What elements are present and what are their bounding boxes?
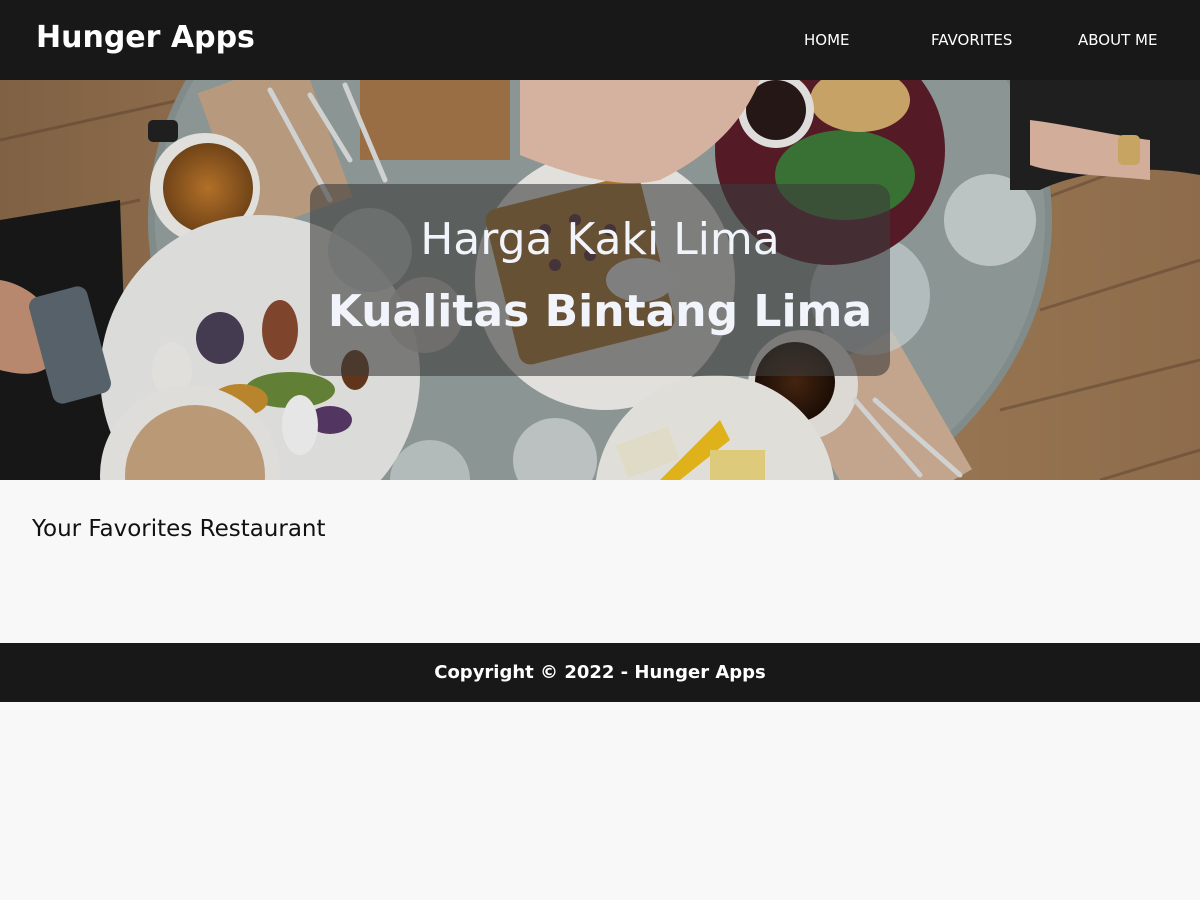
brand-title[interactable]: Hunger Apps <box>36 20 255 55</box>
nav-home-link[interactable]: HOME <box>804 31 850 49</box>
footer: Copyright © 2022 - Hunger Apps <box>0 643 1200 702</box>
hero-caption-box: Harga Kaki Lima Kualitas Bintang Lima <box>310 184 890 376</box>
nav-about-link[interactable]: ABOUT ME <box>1078 31 1157 49</box>
nav-favorites-link[interactable]: FAVORITES <box>931 31 1012 49</box>
footer-copyright: Copyright © 2022 - Hunger Apps <box>434 662 766 683</box>
favorites-heading: Your Favorites Restaurant <box>32 516 326 542</box>
hero-tagline: Harga Kaki Lima <box>420 214 780 265</box>
hero-title: Kualitas Bintang Lima <box>327 286 873 337</box>
hero-banner: Harga Kaki Lima Kualitas Bintang Lima <box>0 80 1200 480</box>
app-bar: Hunger Apps HOME FAVORITES ABOUT ME <box>0 0 1200 80</box>
